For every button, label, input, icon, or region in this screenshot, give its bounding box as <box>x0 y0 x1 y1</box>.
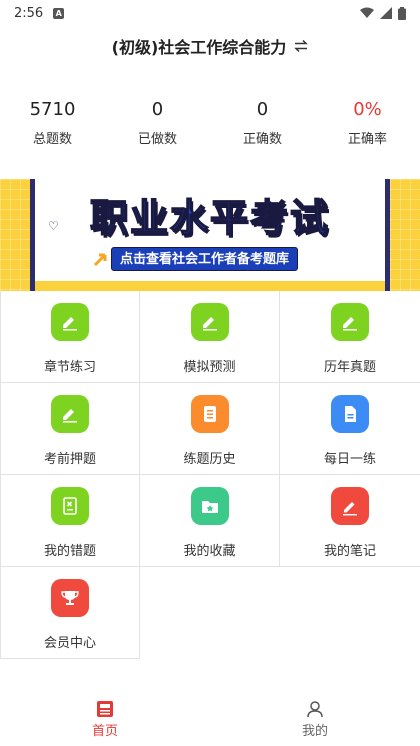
stat-value: 0 <box>151 99 164 120</box>
battery-icon <box>398 6 406 20</box>
stat-value: 0 <box>256 99 269 120</box>
edit-icon <box>331 487 369 525</box>
signal-icon <box>380 7 392 19</box>
trophy-icon <box>51 579 89 617</box>
menu-item-mock-exam[interactable]: 模拟预测 <box>140 291 280 383</box>
pencil-icon <box>51 395 89 433</box>
banner-subtitle: 点击查看社会工作者备考题库 <box>111 247 299 271</box>
menu-item-label: 练题历史 <box>183 452 236 467</box>
menu-item-label: 历年真题 <box>323 360 376 375</box>
menu-item-label: 我的笔记 <box>323 544 376 559</box>
pointer-arrow-icon <box>93 253 107 267</box>
menu-item-practice-history[interactable]: 练题历史 <box>140 383 280 475</box>
menu-item-label: 章节练习 <box>43 360 96 375</box>
tab-label: 首页 <box>91 724 118 739</box>
header[interactable]: (初级)社会工作综合能力 <box>0 26 420 66</box>
tab-label: 我的 <box>301 724 328 739</box>
menu-item-past-papers[interactable]: 历年真题 <box>280 291 420 383</box>
pencil-icon <box>51 303 89 341</box>
menu-item-daily-practice[interactable]: 每日一练 <box>280 383 420 475</box>
banner-title: 职业水平考试 <box>89 195 330 241</box>
stat-value: 0% <box>353 99 382 120</box>
pencil-icon <box>190 303 229 341</box>
stat-label: 正确率 <box>347 132 387 147</box>
menu-item-label: 每日一练 <box>323 452 376 467</box>
user-icon <box>307 701 323 718</box>
menu-item-label: 我的错题 <box>43 544 96 559</box>
notebook-icon <box>51 487 89 525</box>
document-icon <box>331 395 369 433</box>
stat-label: 已做数 <box>137 132 177 147</box>
status-bar: 2:56 A <box>0 0 420 26</box>
menu-item-chapter-practice[interactable]: 章节练习 <box>0 291 140 383</box>
list-icon <box>190 395 229 433</box>
wifi-icon <box>360 7 374 18</box>
menu-item-notes[interactable]: 我的笔记 <box>280 475 420 567</box>
notification-badge: A <box>53 7 65 19</box>
menu-item-label: 模拟预测 <box>183 360 236 375</box>
pencil-icon <box>331 303 369 341</box>
exam-banner[interactable]: ♡ 职业水平考试 点击查看社会工作者备考题库 <box>0 179 420 291</box>
tab-home[interactable]: 首页 <box>0 700 210 746</box>
menu-grid: 章节练习 模拟预测 历年真题 考前押题 练题历史 每日一练 我的错题 我的收藏 … <box>0 291 420 659</box>
menu-item-predicted-questions[interactable]: 考前押题 <box>0 383 140 475</box>
menu-item-wrong-questions[interactable]: 我的错题 <box>0 475 140 567</box>
stat-correct: 0 正确数 <box>210 96 315 156</box>
menu-item-label: 考前押题 <box>43 452 96 467</box>
page-title[interactable]: (初级)社会工作综合能力 <box>112 34 287 58</box>
stat-total: 5710 总题数 <box>0 96 105 156</box>
home-icon <box>97 701 113 717</box>
menu-item-label: 会员中心 <box>43 636 96 651</box>
banner-card: ♡ 职业水平考试 点击查看社会工作者备考题库 <box>30 179 390 291</box>
stat-done: 0 已做数 <box>105 96 210 156</box>
stat-accuracy: 0% 正确率 <box>315 96 420 156</box>
menu-item-favorites[interactable]: 我的收藏 <box>140 475 280 567</box>
tab-mine[interactable]: 我的 <box>210 700 420 746</box>
stat-value: 5710 <box>29 99 76 120</box>
stat-label: 总题数 <box>32 132 72 147</box>
status-time: 2:56 <box>14 5 44 21</box>
bottom-tab-bar: 首页 我的 <box>0 700 420 746</box>
star-folder-icon <box>190 487 229 525</box>
switch-icon[interactable] <box>294 39 309 53</box>
stat-label: 正确数 <box>242 132 282 147</box>
menu-item-membership[interactable]: 会员中心 <box>0 567 140 659</box>
menu-item-label: 我的收藏 <box>183 544 236 559</box>
stats-row: 5710 总题数 0 已做数 0 正确数 0% 正确率 <box>0 96 420 156</box>
